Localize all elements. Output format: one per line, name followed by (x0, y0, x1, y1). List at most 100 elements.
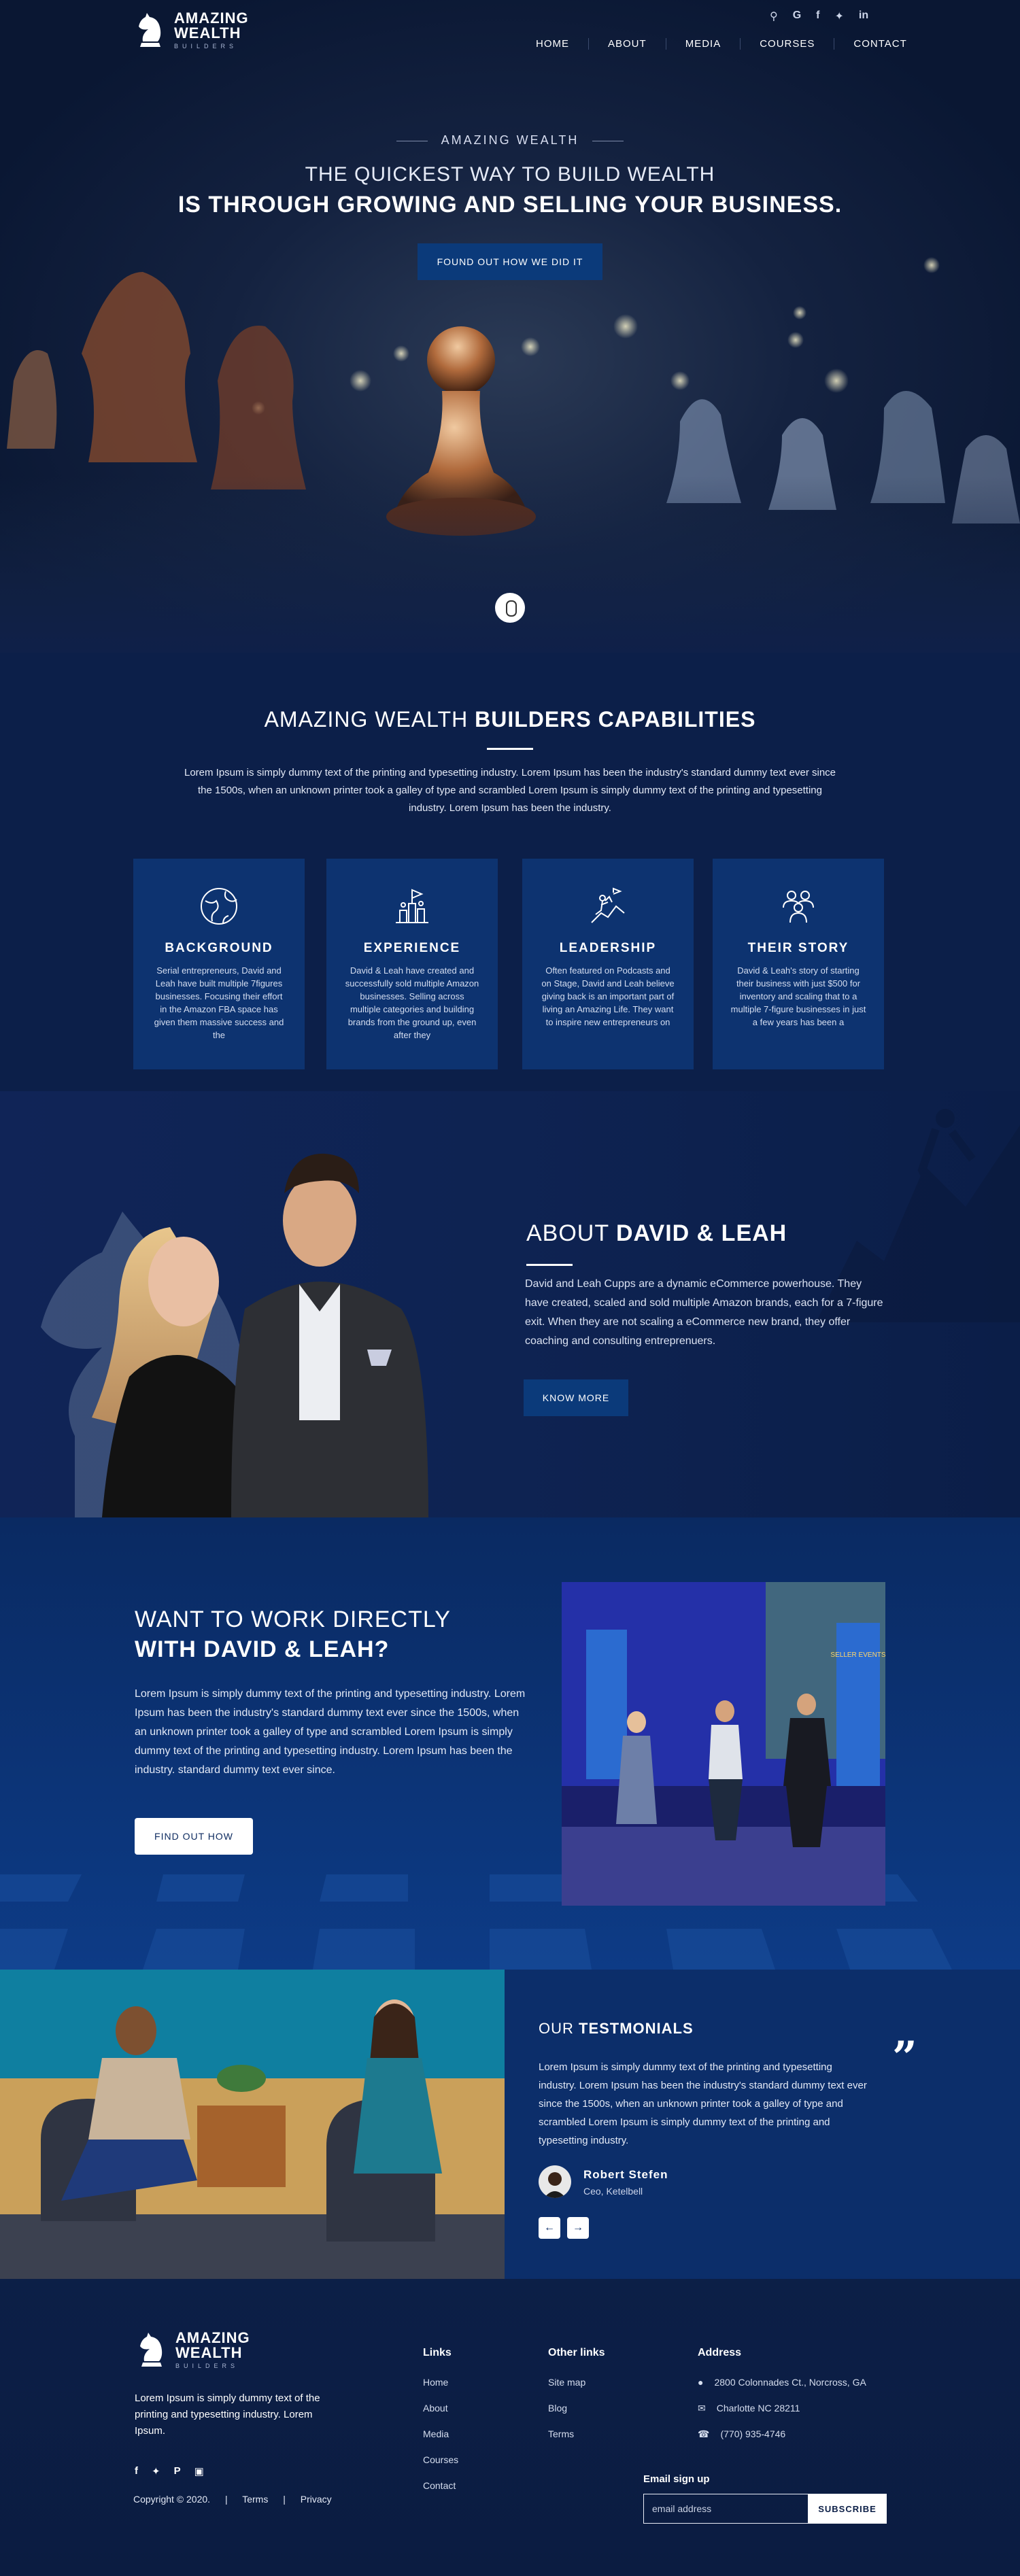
brand-line1: AMAZING (175, 2329, 250, 2346)
card-title: EXPERIENCE (363, 941, 461, 955)
testimonials-title: OUR TESTMONIALS (539, 2020, 694, 2038)
capabilities-title: AMAZING WEALTH BUILDERS CAPABILITIES (0, 707, 1020, 732)
search-icon[interactable]: ⚲ (770, 10, 778, 23)
testimonials-section: OUR TESTMONIALS ” Lorem Ipsum is simply … (0, 1970, 1020, 2279)
phone-text[interactable]: (770) 935-4746 (720, 2428, 785, 2454)
phone-icon: ☎ (698, 2428, 710, 2439)
knight-logo-icon (139, 12, 161, 47)
footer-link-home[interactable]: Home (423, 2377, 458, 2403)
find-out-how-button[interactable]: FIND OUT HOW (135, 1818, 253, 1855)
card-text: David & Leah's story of starting their b… (730, 965, 866, 1027)
work-title-line1: WANT TO WORK DIRECTLY (135, 1607, 451, 1632)
other-links-heading: Other links (548, 2347, 605, 2358)
goal-flag-icon (396, 889, 428, 923)
address-text: Charlotte NC 28211 (716, 2403, 800, 2414)
footer-link-blog[interactable]: Blog (548, 2403, 605, 2428)
capability-card-their-story[interactable]: THEIR STORY David & Leah's story of star… (713, 859, 884, 1069)
about-underline (526, 1264, 573, 1266)
twitter-icon[interactable]: ✦ (152, 2465, 160, 2477)
nav-about[interactable]: ABOUT (588, 38, 666, 50)
hero-heading-line1: THE QUICKEST WAY TO BUILD WEALTH (305, 163, 715, 186)
chess-background-image (0, 257, 1020, 653)
privacy-link[interactable]: Privacy (301, 2494, 332, 2505)
climber-icon (591, 887, 625, 923)
knight-logo-icon (140, 2332, 163, 2367)
testimonial-text: Lorem Ipsum is simply dummy text of the … (539, 2061, 867, 2146)
nav-contact[interactable]: CONTACT (834, 38, 925, 50)
brand-line3: BUILDERS (175, 2363, 239, 2369)
prev-arrow-icon[interactable]: ← (539, 2217, 560, 2239)
terms-link[interactable]: Terms (242, 2494, 268, 2505)
card-title: THEIR STORY (747, 941, 849, 955)
brand-line1: AMAZING (174, 10, 249, 27)
capability-card-background[interactable]: BACKGROUND Serial entrepreneurs, David a… (133, 859, 305, 1069)
about-title: ABOUT DAVID & LEAH (526, 1220, 787, 1247)
main-nav: HOME ABOUT MEDIA COURSES CONTACT (517, 38, 926, 50)
title-underline (487, 748, 533, 750)
photo-banner-text: SELLER EVENTS (830, 1651, 885, 1659)
brand-logo[interactable]: AMAZING WEALTH BUILDERS (133, 11, 249, 50)
instagram-icon[interactable]: ▣ (194, 2465, 204, 2477)
card-text: Serial entrepreneurs, David and Leah hav… (154, 965, 284, 1040)
testimonial-photo (0, 1970, 505, 2279)
footer-link-contact[interactable]: Contact (423, 2480, 458, 2506)
capabilities-section: AMAZING WEALTH BUILDERS CAPABILITIES Lor… (0, 653, 1020, 1091)
nav-courses[interactable]: COURSES (740, 38, 834, 50)
capabilities-lead: Lorem Ipsum is simply dummy text of the … (184, 767, 836, 814)
know-more-button[interactable]: KNOW MORE (524, 1379, 628, 1416)
hero-heading-line2: IS THROUGH GROWING AND SELLING YOUR BUSI… (177, 192, 843, 218)
card-title: BACKGROUND (165, 941, 273, 955)
top-utility-icons: ⚲ G f ✦ in (770, 10, 868, 23)
brand-line2: WEALTH (174, 24, 241, 41)
site-footer: AMAZING WEALTH BUILDERS Lorem Ipsum is s… (0, 2279, 1020, 2576)
about-title-bold: DAVID & LEAH (615, 1220, 787, 1246)
mail-icon: ✉ (698, 2403, 706, 2414)
about-section: ABOUT DAVID & LEAH David and Leah Cupps … (0, 1091, 1020, 1517)
footer-logo[interactable]: AMAZING WEALTH BUILDERS (135, 2331, 250, 2369)
globe-icon (201, 888, 237, 925)
subscribe-button[interactable]: SUBSCRIBE (808, 2494, 887, 2524)
footer-link-media[interactable]: Media (423, 2428, 458, 2454)
capability-card-experience[interactable]: EXPERIENCE David & Leah have created and… (326, 859, 498, 1069)
hero-cta-button[interactable]: FOUND OUT HOW WE DID IT (418, 243, 602, 280)
work-title: WANT TO WORK DIRECTLY WITH DAVID & LEAH? (135, 1604, 451, 1664)
testimonials-title-bold: TESTMONIALS (579, 2020, 694, 2037)
quote-icon: ” (892, 2032, 917, 2083)
twitter-icon[interactable]: ✦ (835, 10, 844, 23)
stage-event-photo: SELLER EVENTS (562, 1582, 885, 1906)
google-icon[interactable]: G (793, 10, 801, 23)
team-icon (783, 891, 814, 923)
footer-link-sitemap[interactable]: Site map (548, 2377, 605, 2403)
hero-section: AMAZING WEALTH BUILDERS ⚲ G f ✦ in HOME … (0, 0, 1020, 653)
reviewer-name: Robert Stefen (583, 2168, 668, 2181)
nav-home[interactable]: HOME (517, 38, 588, 50)
email-signup-label: Email sign up (643, 2473, 710, 2485)
email-input[interactable] (643, 2494, 808, 2524)
separator: | (283, 2494, 286, 2505)
footer-link-about[interactable]: About (423, 2403, 458, 2428)
footer-link-terms[interactable]: Terms (548, 2428, 605, 2454)
work-text: Lorem Ipsum is simply dummy text of the … (135, 1688, 526, 1776)
address-text: 2800 Colonnades Ct., Norcross, GA (714, 2377, 866, 2388)
footer-link-courses[interactable]: Courses (423, 2454, 458, 2480)
capability-card-leadership[interactable]: LEADERSHIP Often featured on Podcasts an… (522, 859, 694, 1069)
about-photo (41, 1153, 428, 1517)
reviewer-role: Ceo, Ketelbell (583, 2186, 643, 2197)
about-title-light: ABOUT (526, 1220, 616, 1246)
pinterest-icon[interactable]: P (174, 2465, 181, 2477)
avatar (539, 2165, 571, 2198)
work-title-line2: WITH DAVID & LEAH? (135, 1636, 390, 1662)
location-pin-icon: ● (698, 2377, 704, 2388)
nav-media[interactable]: MEDIA (665, 38, 741, 50)
footer-address-column: Address ● 2800 Colonnades Ct., Norcross,… (698, 2347, 866, 2454)
linkedin-icon[interactable]: in (859, 10, 868, 23)
facebook-icon[interactable]: f (135, 2465, 138, 2477)
scroll-down-mouse-icon[interactable] (495, 593, 525, 623)
copyright-text: Copyright © 2020. (133, 2494, 211, 2505)
about-text: David and Leah Cupps are a dynamic eComm… (525, 1278, 883, 1347)
capabilities-title-light: AMAZING WEALTH (264, 707, 475, 732)
address-line: ☎ (770) 935-4746 (698, 2428, 866, 2454)
facebook-icon[interactable]: f (816, 10, 819, 23)
footer-social-icons: f ✦ P ▣ (135, 2465, 204, 2477)
next-arrow-icon[interactable]: → (567, 2217, 589, 2239)
